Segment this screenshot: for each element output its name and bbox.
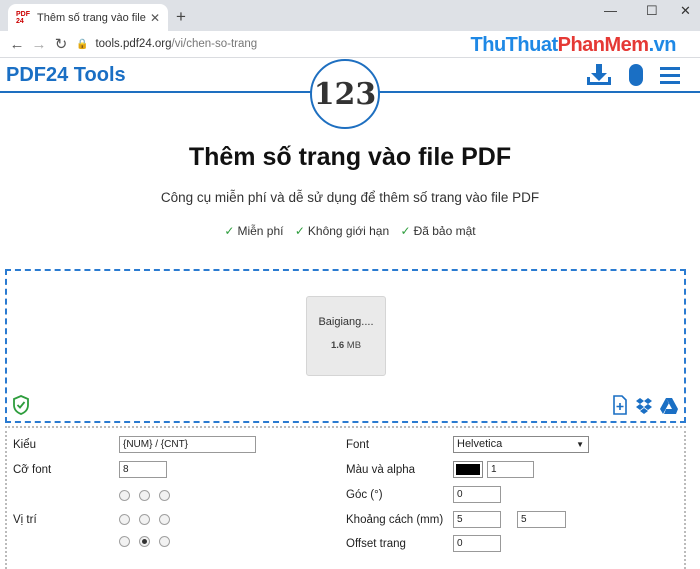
maximize-icon[interactable]: ☐ [646, 3, 658, 19]
mascot-logo: 123 [310, 59, 380, 129]
font-select[interactable]: Helvetica ▼ [453, 436, 589, 453]
download-icon[interactable] [585, 62, 613, 88]
position-top-right-radio[interactable] [159, 490, 170, 501]
site-logo[interactable]: PDF24 Tools [6, 64, 126, 87]
reload-icon[interactable]: ↻ [50, 35, 72, 53]
offset-input[interactable]: 0 [453, 535, 501, 552]
watermark-part2: PhanMem [557, 34, 649, 56]
page-subtitle: Công cụ miễn phí và dễ sử dụng để thêm s… [160, 190, 540, 205]
watermark-part1: ThuThuat [470, 34, 559, 56]
margin-label: Khoảng cách (mm) [346, 514, 444, 526]
angle-label: Góc (°) [346, 489, 383, 501]
file-name: Baigiang.... [318, 316, 374, 328]
angle-input[interactable]: 0 [453, 486, 501, 503]
close-tab-icon[interactable]: ✕ [150, 11, 160, 25]
forward-icon[interactable]: → [28, 36, 50, 53]
google-drive-icon[interactable] [659, 397, 679, 415]
font-label: Font [346, 439, 370, 451]
feature-item: ✓ Không giới hạn [294, 224, 390, 238]
alpha-input[interactable]: 1 [487, 461, 534, 478]
margin-y-input[interactable]: 5 [517, 511, 566, 528]
style-label: Kiểu [13, 439, 37, 451]
menu-icon[interactable] [658, 62, 682, 88]
minimize-icon[interactable]: — [604, 3, 617, 18]
pdf24-favicon-icon: PDF 24 [16, 10, 30, 25]
lock-icon: 🔒 [76, 39, 89, 50]
watermark: ThuThuatPhanMem.vn [470, 34, 677, 57]
color-alpha-label: Màu và alpha [346, 464, 416, 476]
file-card[interactable]: Baigiang.... 1.6 MB [306, 296, 386, 376]
file-drop-zone[interactable]: Baigiang.... 1.6 MB [5, 269, 686, 423]
offset-label: Offset trang [346, 538, 406, 550]
position-top-left-radio[interactable] [119, 490, 130, 501]
url-path: /vi/chen-so-trang [171, 38, 258, 50]
new-tab-icon[interactable]: + [176, 7, 186, 27]
check-icon: ✓ [224, 224, 235, 238]
address-bar[interactable]: 🔒 tools.pdf24.org/vi/chen-so-trang [76, 34, 496, 55]
position-bottom-center-radio[interactable] [139, 536, 150, 547]
position-label: Vị trí [13, 514, 37, 526]
feature-item: ✓ Miễn phí [224, 224, 284, 238]
color-swatch [456, 464, 480, 475]
browser-tab[interactable]: PDF 24 Thêm số trang vào file PDF - Miễ … [8, 4, 168, 31]
color-picker[interactable] [453, 461, 483, 478]
dropbox-icon[interactable] [635, 397, 653, 415]
position-middle-center-radio[interactable] [139, 514, 150, 525]
dropdown-arrow-icon: ▼ [576, 440, 584, 449]
position-bottom-right-radio[interactable] [159, 536, 170, 547]
browser-tabbar: PDF 24 Thêm số trang vào file PDF - Miễ … [0, 0, 700, 31]
check-icon: ✓ [400, 224, 411, 238]
watermark-part3: .vn [648, 34, 677, 56]
margin-x-input[interactable]: 5 [453, 511, 501, 528]
feature-list: ✓ Miễn phí ✓ Không giới hạn ✓ Đã bảo mật [0, 224, 700, 238]
font-size-label: Cỡ font [13, 464, 52, 476]
check-icon: ✓ [294, 224, 305, 238]
security-shield-icon [13, 395, 29, 415]
font-size-input[interactable]: 8 [119, 461, 167, 478]
position-top-center-radio[interactable] [139, 490, 150, 501]
tab-title: Thêm số trang vào file PDF - Miễ [37, 11, 146, 24]
close-window-icon[interactable]: ✕ [680, 3, 691, 19]
options-panel: Kiểu {NUM} / {CNT} Cỡ font 8 Vị trí Font… [5, 426, 686, 569]
style-input[interactable]: {NUM} / {CNT} [119, 436, 256, 453]
add-file-icon[interactable] [612, 395, 628, 415]
url-host: tools.pdf24.org [95, 38, 172, 50]
feature-item: ✓ Đã bảo mật [400, 224, 476, 238]
page-title: Thêm số trang vào file PDF [188, 143, 512, 171]
mouse-icon[interactable] [627, 62, 645, 88]
position-middle-left-radio[interactable] [119, 514, 130, 525]
font-select-value: Helvetica [457, 438, 503, 450]
position-bottom-left-radio[interactable] [119, 536, 130, 547]
back-icon[interactable]: ← [6, 36, 28, 53]
position-middle-right-radio[interactable] [159, 514, 170, 525]
file-size: 1.6 MB [330, 340, 362, 351]
